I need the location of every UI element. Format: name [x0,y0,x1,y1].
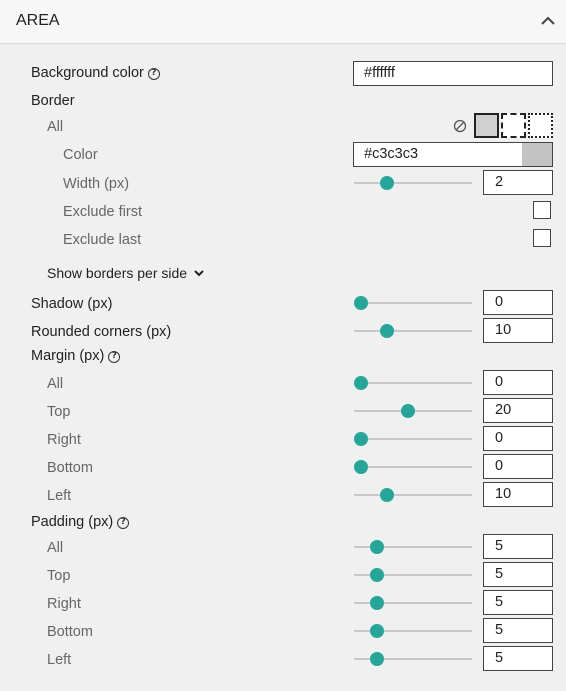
margin-right-slider[interactable] [354,431,472,447]
slider-thumb[interactable] [354,376,368,390]
slider-track [354,330,472,332]
margin-all-label: All [47,376,64,392]
margin-bottom-label: Bottom [47,460,93,476]
show-borders-per-side-label: Show borders per side [47,265,188,281]
background-color-swatch[interactable] [522,62,552,85]
slider-track [354,438,472,440]
padding-right-input[interactable]: 5 [483,590,553,615]
show-borders-per-side-toggle[interactable]: Show borders per side [47,264,205,282]
panel-header[interactable]: AREA [0,0,566,44]
slider-track [354,182,472,184]
padding-all-label: All [47,540,64,556]
padding-top-label: Top [47,568,71,584]
margin-top-label: Top [47,404,71,420]
padding-all-slider[interactable] [354,539,472,555]
margin-label: Margin (px)? [31,347,121,365]
slider-track [354,494,472,496]
background-color-label: Background color? [31,64,160,82]
slider-track [354,302,472,304]
padding-bottom-input[interactable]: 5 [483,618,553,643]
exclude-first-checkbox[interactable] [533,201,551,219]
shadow-slider[interactable] [354,295,472,311]
padding-all-input[interactable]: 5 [483,534,553,559]
slider-thumb[interactable] [400,404,415,418]
border-color-label: Color [63,147,98,163]
chevron-down-icon [194,270,204,277]
margin-bottom-slider[interactable] [354,459,472,475]
slider-thumb[interactable] [369,568,384,582]
shadow-label: Shadow (px) [31,296,113,312]
border-dashed-button[interactable] [501,113,526,138]
exclude-last-checkbox[interactable] [533,229,551,247]
exclude-first-label: Exclude first [63,204,142,220]
margin-right-input[interactable]: 0 [483,426,553,451]
margin-top-input[interactable]: 20 [483,398,553,423]
border-color-field[interactable]: #c3c3c3 [353,142,553,167]
chevron-up-icon[interactable] [539,14,557,28]
border-width-input[interactable]: 2 [483,170,553,195]
slider-thumb[interactable] [369,596,384,610]
slider-thumb[interactable] [369,540,384,554]
slider-thumb[interactable] [354,296,368,310]
background-color-value: #ffffff [364,65,395,81]
padding-bottom-label: Bottom [47,624,93,640]
slider-thumb[interactable] [380,176,394,190]
slider-track [354,466,472,468]
rounded-corners-slider[interactable] [354,323,472,339]
margin-left-input[interactable]: 10 [483,482,553,507]
slider-thumb[interactable] [369,624,384,638]
rounded-corners-input[interactable]: 10 [483,318,553,343]
margin-all-input[interactable]: 0 [483,370,553,395]
margin-top-slider[interactable] [354,403,472,419]
help-icon[interactable]: ? [108,351,121,363]
margin-left-slider[interactable] [354,487,472,503]
border-label: Border [31,93,75,109]
background-color-field[interactable]: #ffffff [353,61,553,86]
background-color-text: Background color [31,65,144,81]
help-icon[interactable]: ? [147,68,160,80]
padding-top-input[interactable]: 5 [483,562,553,587]
slider-thumb[interactable] [354,432,368,446]
slider-track [354,382,472,384]
padding-bottom-slider[interactable] [354,623,472,639]
slider-thumb[interactable] [354,460,368,474]
exclude-last-label: Exclude last [63,232,142,248]
margin-bottom-input[interactable]: 0 [483,454,553,479]
help-icon[interactable]: ? [117,517,130,529]
margin-all-slider[interactable] [354,375,472,391]
slider-thumb[interactable] [369,652,384,666]
slider-thumb[interactable] [380,488,394,502]
border-all-label: All [47,119,64,135]
border-width-slider[interactable] [354,175,472,191]
margin-left-label: Left [47,488,72,504]
padding-left-input[interactable]: 5 [483,646,553,671]
shadow-input[interactable]: 0 [483,290,553,315]
padding-left-label: Left [47,652,72,668]
padding-right-slider[interactable] [354,595,472,611]
margin-right-label: Right [47,432,81,448]
border-color-swatch[interactable] [522,143,552,166]
panel-title: AREA [16,12,60,29]
no-border-icon[interactable] [453,119,467,133]
border-color-value: #c3c3c3 [364,146,419,162]
border-width-label: Width (px) [63,176,130,192]
padding-right-label: Right [47,596,81,612]
rounded-corners-label: Rounded corners (px) [31,324,172,340]
slider-thumb[interactable] [380,324,394,338]
margin-label-text: Margin (px) [31,348,105,364]
border-dotted-button[interactable] [528,113,553,138]
padding-label-text: Padding (px) [31,514,114,530]
padding-label: Padding (px)? [31,513,130,531]
border-solid-button[interactable] [474,113,499,138]
padding-left-slider[interactable] [354,651,472,667]
padding-top-slider[interactable] [354,567,472,583]
